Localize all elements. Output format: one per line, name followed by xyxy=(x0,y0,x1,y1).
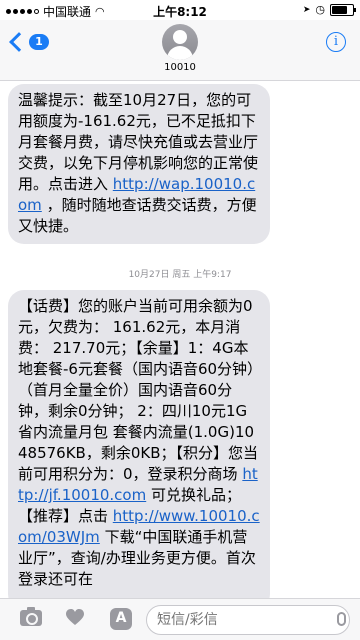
location-icon: ➤ xyxy=(302,4,311,15)
battery-icon xyxy=(330,3,356,16)
info-button[interactable]: i xyxy=(326,32,346,52)
microphone-icon[interactable] xyxy=(337,612,346,626)
conversation-header: 1 10010 i xyxy=(0,20,360,81)
message-text: 【话费】您的账户当前可用余额为0元，欠费为： 161.62元，本月消费： 217… xyxy=(18,297,259,483)
app-store-icon[interactable] xyxy=(110,608,132,630)
back-button[interactable]: 1 xyxy=(8,32,49,52)
alarm-icon: ◷ xyxy=(315,3,325,16)
message-timestamp: 10月27日 周五 上午9:17 xyxy=(128,270,232,280)
status-bar: 中国联通 ◠ 上午8:12 ➤ ◷ xyxy=(0,0,360,20)
contact-name[interactable]: 10010 xyxy=(0,62,360,73)
unread-badge: 1 xyxy=(29,34,49,50)
status-right: ➤ ◷ xyxy=(302,3,356,16)
message-bubble[interactable]: 温馨提示：截至10月27日，您的可用额度为-161.62元，已不足抵扣下月套餐月… xyxy=(8,84,270,244)
compose-bar xyxy=(0,598,360,640)
message-text: ，随时随地查话费交话费，方便又快捷。 xyxy=(18,196,257,235)
contact-avatar[interactable] xyxy=(162,24,198,60)
battery-level xyxy=(332,5,347,14)
message-bubble[interactable]: 【话费】您的账户当前可用余额为0元，欠费为： 161.62元，本月消费： 217… xyxy=(8,290,270,610)
camera-icon[interactable] xyxy=(20,607,42,626)
chevron-left-icon xyxy=(9,32,29,52)
digital-touch-heart-icon[interactable] xyxy=(65,608,85,628)
message-input[interactable] xyxy=(146,605,350,635)
person-icon xyxy=(173,30,187,44)
